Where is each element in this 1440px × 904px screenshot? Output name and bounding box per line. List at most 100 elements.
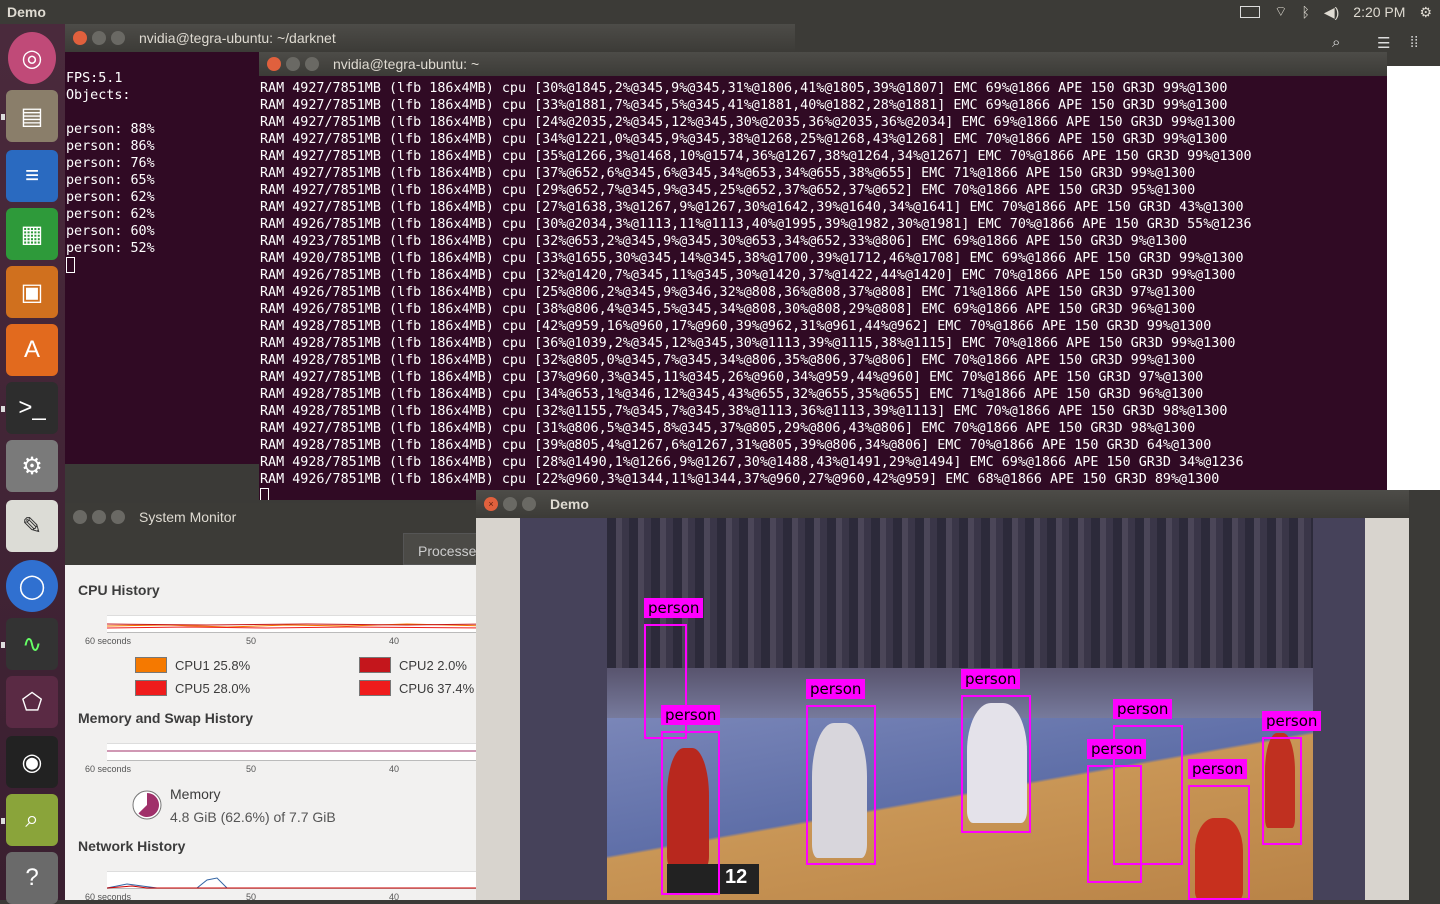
terminal-line: RAM 4927/7851MB (lfb 186x4MB) cpu [37%@9… <box>260 370 1204 385</box>
webcam-icon[interactable]: ◉ <box>6 736 58 788</box>
window-title: nvidia@tegra-ubuntu: ~/darknet <box>139 30 336 46</box>
detection-label: person <box>661 705 721 725</box>
maximize-button[interactable] <box>305 57 319 71</box>
tegrastats-terminal-window[interactable]: nvidia@tegra-ubuntu: ~ RAM 4927/7851MB (… <box>259 52 1387 500</box>
gear-icon[interactable]: ⚙ <box>1419 4 1432 21</box>
video-frame[interactable]: 12 person person person person person pe… <box>520 518 1365 900</box>
impress-icon[interactable]: ▣ <box>6 266 58 318</box>
bluetooth-icon[interactable]: ᛒ <box>1301 4 1309 20</box>
writer-icon[interactable]: ≡ <box>6 150 58 202</box>
terminal-line: RAM 4927/7851MB (lfb 186x4MB) cpu [30%@1… <box>260 81 1228 96</box>
terminal-line: RAM 4927/7851MB (lfb 186x4MB) cpu [31%@8… <box>260 421 1196 436</box>
crowd <box>607 518 1313 668</box>
tick-40: 40 <box>389 636 400 646</box>
ubuntu-icon[interactable]: ◎ <box>8 32 56 84</box>
close-button[interactable] <box>267 57 281 71</box>
terminal-line: RAM 4927/7851MB (lfb 186x4MB) cpu [27%@1… <box>260 200 1244 215</box>
color-swatch[interactable] <box>135 657 167 673</box>
terminal-line: RAM 4926/7851MB (lfb 186x4MB) cpu [32%@1… <box>260 268 1236 283</box>
detection-label: person <box>1188 759 1248 779</box>
titlebar: nvidia@tegra-ubuntu: ~ <box>259 52 1387 76</box>
minimize-button[interactable] <box>503 497 517 511</box>
legend-label: CPU6 37.4% <box>399 680 475 696</box>
network-history-title: Network History <box>78 838 186 854</box>
titlebar: System Monitor Processe <box>65 503 503 565</box>
demo-video-window[interactable]: × Demo 12 person person person person pe… <box>476 490 1409 900</box>
detection-label: person <box>961 669 1021 689</box>
system-monitor-window[interactable]: System Monitor Processe CPU History 60 s… <box>65 503 503 902</box>
titlebar: × Demo <box>476 490 1409 518</box>
legend-cpu5[interactable]: CPU5 28.0% <box>135 680 250 696</box>
files-icon[interactable]: ▤ <box>6 90 58 142</box>
search-icon[interactable]: ⌕ <box>1332 34 1340 51</box>
tick-50: 50 <box>246 636 257 646</box>
window-title: Demo <box>550 496 589 512</box>
list-icon[interactable]: ☰ <box>1377 34 1390 52</box>
memory-label: Memory <box>170 786 221 802</box>
legend-cpu1[interactable]: CPU1 25.8% <box>135 657 250 673</box>
active-app-title: Demo <box>7 4 46 20</box>
color-swatch[interactable] <box>135 680 167 696</box>
terminal-line: RAM 4926/7851MB (lfb 186x4MB) cpu [25%@8… <box>260 285 1196 300</box>
terminal-line: RAM 4927/7851MB (lfb 186x4MB) cpu [35%@1… <box>260 149 1252 164</box>
terminal-line: RAM 4928/7851MB (lfb 186x4MB) cpu [36%@1… <box>260 336 1236 351</box>
clock[interactable]: 2:20 PM <box>1353 4 1405 20</box>
terminal-line: RAM 4928/7851MB (lfb 186x4MB) cpu [34%@6… <box>260 387 1204 402</box>
minimize-button[interactable] <box>286 57 300 71</box>
terminal-line: RAM 4928/7851MB (lfb 186x4MB) cpu [32%@1… <box>260 404 1228 419</box>
close-button[interactable] <box>73 510 87 524</box>
minimize-button[interactable] <box>92 31 106 45</box>
terminal-cursor <box>260 488 269 500</box>
terminal-output[interactable]: RAM 4927/7851MB (lfb 186x4MB) cpu [30%@1… <box>259 76 1387 500</box>
text-editor-icon[interactable]: ✎ <box>6 500 58 552</box>
keyboard-icon[interactable] <box>1240 6 1261 18</box>
titlebar: nvidia@tegra-ubuntu: ~/darknet <box>65 24 795 52</box>
image-viewer-icon[interactable]: ⌕ <box>6 794 58 846</box>
settings-icon[interactable]: ⚙ <box>6 440 58 492</box>
close-button[interactable]: × <box>484 497 498 511</box>
maximize-button[interactable] <box>111 510 125 524</box>
chromium-icon[interactable]: ◯ <box>6 560 58 612</box>
detection-box <box>961 695 1031 833</box>
color-swatch[interactable] <box>359 657 391 673</box>
tick-50: 50 <box>246 892 257 902</box>
detection-label: person <box>806 679 866 699</box>
legend-label: CPU2 2.0% <box>399 657 467 673</box>
terminal-line: RAM 4920/7851MB (lfb 186x4MB) cpu [33%@1… <box>260 251 1244 266</box>
software-center-icon[interactable]: A <box>6 324 58 376</box>
system-monitor-icon[interactable]: ∿ <box>6 618 58 670</box>
terminal-line: RAM 4927/7851MB (lfb 186x4MB) cpu [37%@6… <box>260 166 1196 181</box>
tick-60: 60 seconds <box>85 636 132 646</box>
terminal-cursor <box>66 257 75 273</box>
wifi-icon[interactable]: ⌔ <box>1274 3 1287 21</box>
maximize-button[interactable] <box>111 31 125 45</box>
memory-history-title: Memory and Swap History <box>78 710 254 726</box>
memory-pie-icon <box>132 790 162 820</box>
grid-icon[interactable]: ⁞⁞ <box>1410 34 1418 51</box>
tick-60: 60 seconds <box>85 892 132 902</box>
close-button[interactable] <box>73 31 87 45</box>
detection-box <box>1262 737 1302 845</box>
detection-box <box>1087 765 1142 883</box>
terminal-icon[interactable]: >_ <box>6 382 58 434</box>
legend-cpu6[interactable]: CPU6 37.4% <box>359 680 474 696</box>
color-swatch[interactable] <box>359 680 391 696</box>
top-panel: Demo ⌔ ᛒ ◀) 2:20 PM ⚙ <box>0 0 1440 24</box>
minimize-button[interactable] <box>92 510 106 524</box>
cpu-graph <box>106 615 488 633</box>
terminal-line: RAM 4928/7851MB (lfb 186x4MB) cpu [32%@8… <box>260 353 1196 368</box>
launcher: ◎ ▤ ≡ ▦ ▣ A >_ ⚙ ✎ ◯ ∿ ⬠ ◉ ⌕ ? <box>0 24 65 904</box>
cpu-history-title: CPU History <box>78 582 160 598</box>
window-title: System Monitor <box>139 509 237 525</box>
volume-icon[interactable]: ◀) <box>1324 4 1339 21</box>
maximize-button[interactable] <box>522 497 536 511</box>
legend-cpu2[interactable]: CPU2 2.0% <box>359 657 467 673</box>
tick-40: 40 <box>389 892 400 902</box>
tag-icon[interactable]: ⬠ <box>6 676 58 728</box>
terminal-line: RAM 4926/7851MB (lfb 186x4MB) cpu [38%@8… <box>260 302 1196 317</box>
help-icon[interactable]: ? <box>6 852 58 904</box>
terminal-line: RAM 4923/7851MB (lfb 186x4MB) cpu [32%@6… <box>260 234 1188 249</box>
calc-icon[interactable]: ▦ <box>6 208 58 260</box>
detection-label: person <box>1262 711 1322 731</box>
legend-label: CPU1 25.8% <box>175 657 251 673</box>
